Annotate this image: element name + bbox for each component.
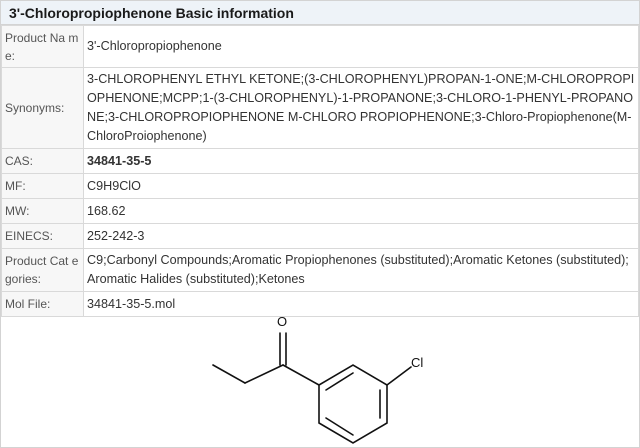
benzene-ring bbox=[318, 364, 388, 444]
structure-image-area: O Cl bbox=[1, 311, 639, 447]
table-row-cas: CAS: 34841-35-5 bbox=[1, 148, 639, 174]
mw-label: MW: bbox=[1, 198, 84, 224]
categories-links[interactable]: C9;Carbonyl Compounds;Aromatic Propiophe… bbox=[83, 248, 639, 292]
cas-label: CAS: bbox=[1, 148, 84, 174]
atom-chlorine-label: Cl bbox=[411, 355, 423, 370]
mw-value: 168.62 bbox=[83, 198, 639, 224]
bond-c-cl bbox=[386, 366, 412, 386]
categories-label: Product Cat egories: bbox=[1, 248, 84, 292]
product-name-link[interactable]: 3'-Chloropropiophenone bbox=[83, 25, 639, 68]
ring-double-1 bbox=[325, 372, 354, 391]
mf-value: C9H9ClO bbox=[83, 173, 639, 199]
synonyms-value[interactable]: 3-CHLOROPHENYL ETHYL KETONE;(3-CHLOROPHE… bbox=[83, 67, 639, 149]
panel-header: 3'-Chloropropiophenone Basic information bbox=[1, 1, 639, 25]
basic-info-panel: 3'-Chloropropiophenone Basic information… bbox=[0, 0, 640, 448]
info-table: Product Na me: 3'-Chloropropiophenone Sy… bbox=[1, 25, 639, 317]
table-row-synonyms: Synonyms: 3-CHLOROPHENYL ETHYL KETONE;(3… bbox=[1, 67, 639, 149]
structure-bonds bbox=[212, 332, 412, 444]
synonyms-label: Synonyms: bbox=[1, 67, 84, 149]
bond-ch2-carbonyl bbox=[244, 364, 284, 384]
mf-label: MF: bbox=[1, 173, 84, 199]
bond-ch3-ch2 bbox=[212, 364, 246, 384]
product-name-label: Product Na me: bbox=[1, 25, 84, 68]
chemical-structure-diagram: O Cl bbox=[212, 314, 423, 444]
table-row-categories: Product Cat egories: C9;Carbonyl Compoun… bbox=[1, 248, 639, 292]
ring-double-3 bbox=[325, 417, 354, 436]
table-row-einecs: EINECS: 252-242-3 bbox=[1, 223, 639, 249]
atom-oxygen-label: O bbox=[277, 314, 287, 329]
cas-link[interactable]: 34841-35-5 bbox=[83, 148, 639, 174]
einecs-label: EINECS: bbox=[1, 223, 84, 249]
table-row-product-name: Product Na me: 3'-Chloropropiophenone bbox=[1, 25, 639, 68]
table-row-mf: MF: C9H9ClO bbox=[1, 173, 639, 199]
panel-title: 3'-Chloropropiophenone Basic information bbox=[9, 4, 294, 21]
table-row-mw: MW: 168.62 bbox=[1, 198, 639, 224]
einecs-value: 252-242-3 bbox=[83, 223, 639, 249]
bond-carbonyl-ring bbox=[282, 364, 320, 386]
